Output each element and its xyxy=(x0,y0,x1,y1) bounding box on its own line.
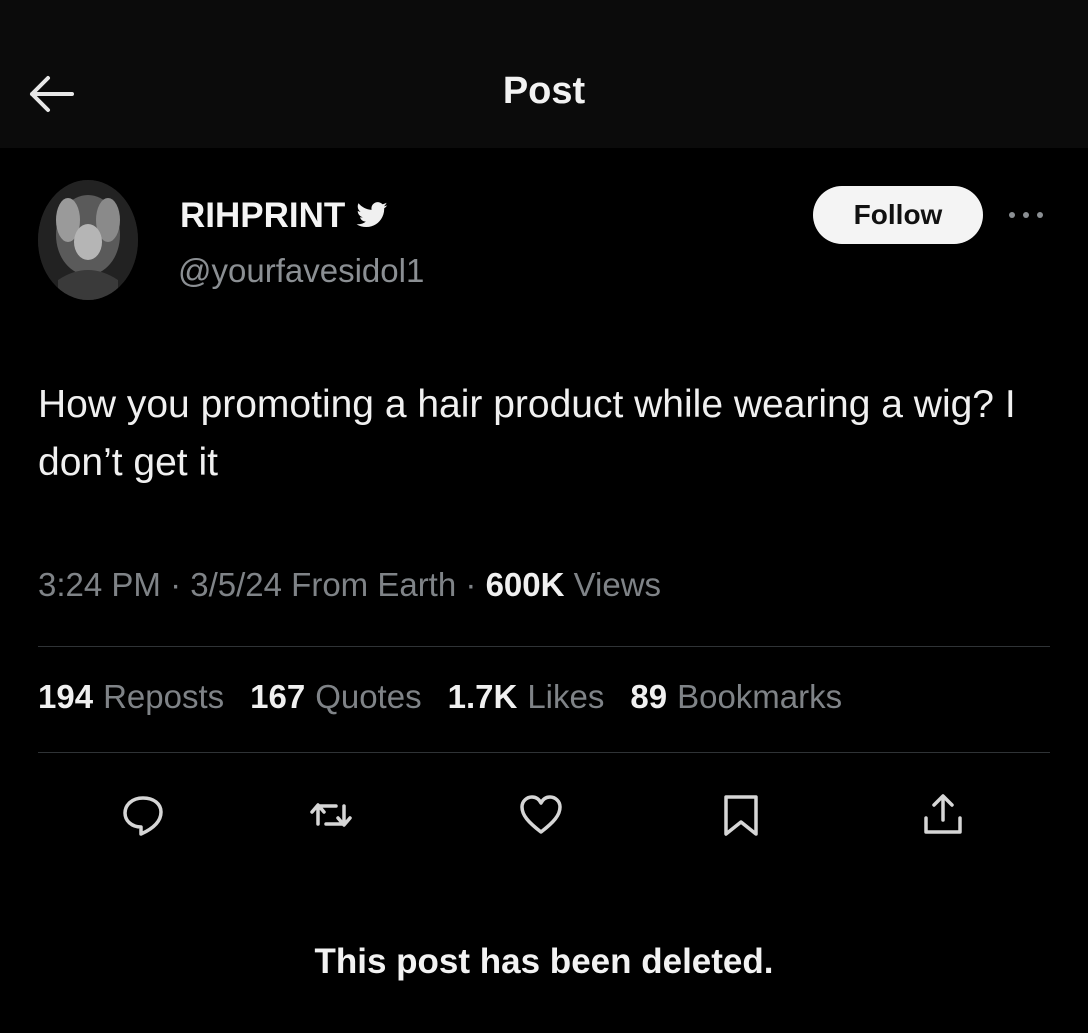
post-text: How you promoting a hair product while w… xyxy=(38,383,1016,484)
stat-label: Bookmarks xyxy=(677,678,843,715)
share-icon xyxy=(924,794,962,834)
author-handle[interactable]: @yourfavesidol1 xyxy=(178,252,424,290)
views-count: 600K xyxy=(485,566,565,603)
stat-quotes[interactable]: 167 Quotes xyxy=(250,678,421,716)
avatar-image xyxy=(38,180,138,300)
follow-button[interactable]: Follow xyxy=(813,186,983,244)
stat-label: Likes xyxy=(527,678,605,715)
meta-separator: · xyxy=(170,566,182,603)
reply-button[interactable] xyxy=(118,790,168,840)
stat-count: 194 xyxy=(38,678,94,715)
post-meta: 3:24 PM · 3/5/24 From Earth · 600K Views xyxy=(38,566,661,604)
repost-icon xyxy=(310,803,352,827)
author-name-text: RIHPRINT xyxy=(180,196,346,235)
views-label: Views xyxy=(573,566,662,603)
stat-count: 89 xyxy=(630,678,668,715)
more-options-button[interactable] xyxy=(1002,200,1050,230)
post-source: From Earth xyxy=(291,566,457,603)
bird-icon xyxy=(356,202,388,228)
reply-icon xyxy=(123,796,163,836)
stat-count: 167 xyxy=(250,678,306,715)
stat-label: Reposts xyxy=(103,678,225,715)
share-button[interactable] xyxy=(918,790,968,840)
divider xyxy=(38,752,1050,753)
deleted-notice: This post has been deleted. xyxy=(314,942,774,981)
repost-button[interactable] xyxy=(306,790,356,840)
stat-likes[interactable]: 1.7K Likes xyxy=(448,678,605,716)
stat-count: 1.7K xyxy=(447,678,518,715)
author-display-name[interactable]: RIHPRINT xyxy=(180,196,389,236)
bookmark-icon xyxy=(724,795,758,836)
post-time: 3:24 PM xyxy=(38,566,161,603)
divider xyxy=(38,646,1050,647)
avatar[interactable] xyxy=(38,180,138,300)
post-date: 3/5/24 xyxy=(190,566,282,603)
more-dots-icon xyxy=(1009,212,1043,218)
like-button[interactable] xyxy=(516,790,566,840)
stat-label: Quotes xyxy=(315,678,422,715)
stat-reposts[interactable]: 194 Reposts xyxy=(38,678,224,716)
heart-icon xyxy=(520,795,562,834)
stat-bookmarks[interactable]: 89 Bookmarks xyxy=(630,678,842,716)
top-bar: Post xyxy=(0,0,1088,148)
bookmark-button[interactable] xyxy=(716,790,766,840)
engagement-stats: 194 Reposts 167 Quotes 1.7K Likes 89 Bookmar… xyxy=(38,678,842,716)
page-title: Post xyxy=(502,70,586,112)
meta-separator: · xyxy=(465,566,477,603)
